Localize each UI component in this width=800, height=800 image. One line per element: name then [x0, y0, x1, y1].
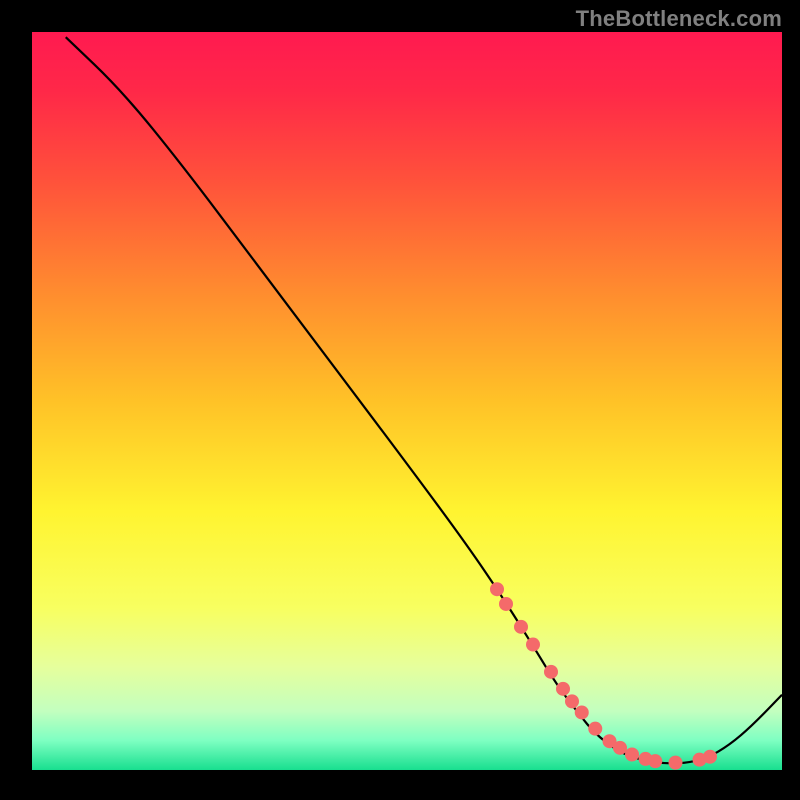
gradient-background [32, 32, 782, 770]
curve-marker [648, 754, 662, 768]
bottleneck-chart [0, 0, 800, 800]
curve-marker [544, 665, 558, 679]
curve-marker [499, 597, 513, 611]
curve-marker [490, 582, 504, 596]
curve-marker [703, 750, 717, 764]
curve-marker [556, 682, 570, 696]
curve-marker [669, 756, 683, 770]
curve-marker [565, 694, 579, 708]
chart-container: { "watermark": "TheBottleneck.com", "cha… [0, 0, 800, 800]
curve-marker [526, 638, 540, 652]
curve-marker [613, 741, 627, 755]
curve-marker [625, 748, 639, 762]
curve-marker [575, 705, 589, 719]
watermark-text: TheBottleneck.com [576, 6, 782, 32]
curve-marker [588, 722, 602, 736]
curve-marker [514, 620, 528, 634]
